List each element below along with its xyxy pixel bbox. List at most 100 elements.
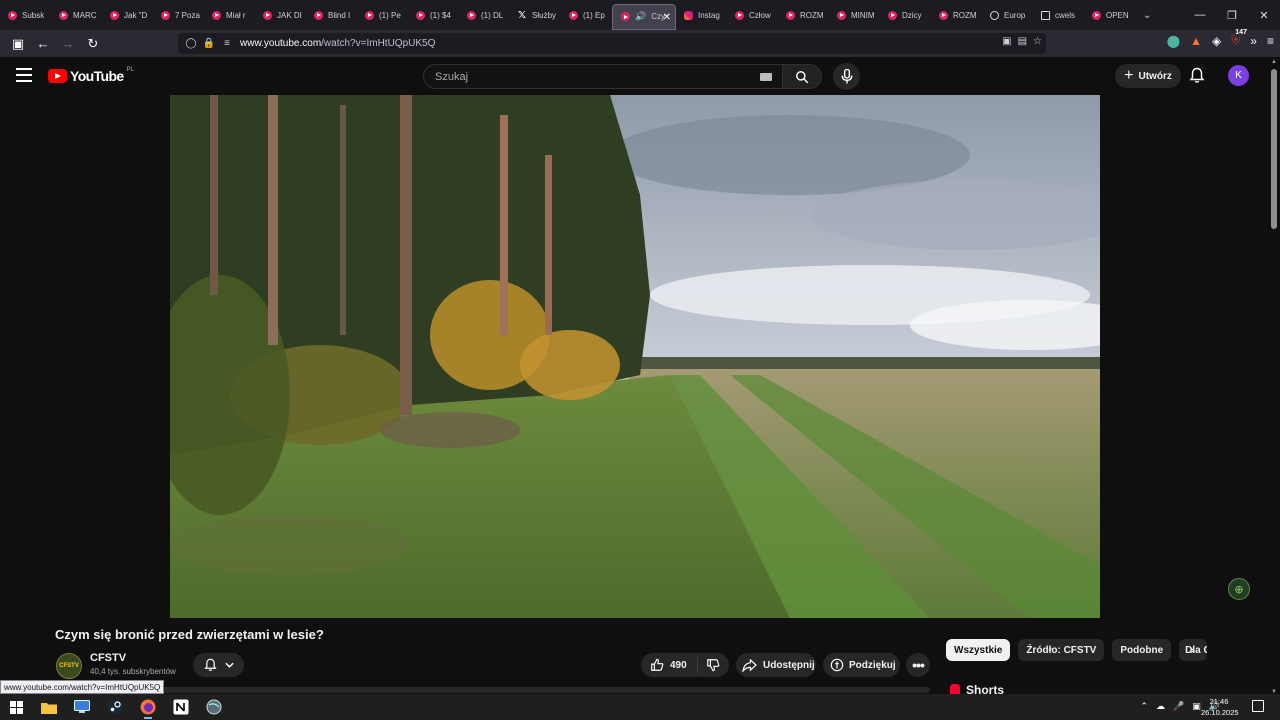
app-globe-icon[interactable] xyxy=(206,699,222,715)
forward-button[interactable]: → xyxy=(56,32,80,56)
browser-tab[interactable]: ROZM xyxy=(778,0,829,30)
tab-label: ROZM xyxy=(953,10,977,20)
vpn-extension-icon[interactable]: ⬤ xyxy=(1167,34,1180,48)
restore-icon[interactable]: ❐ xyxy=(1216,0,1248,30)
close-window-icon[interactable]: ✕ xyxy=(1248,0,1280,30)
close-tab-icon[interactable]: ✕ xyxy=(663,12,671,23)
channel-name[interactable]: CFSTV xyxy=(90,652,126,664)
menu-icon[interactable]: ≡ xyxy=(1267,34,1274,48)
windows-start-icon[interactable] xyxy=(8,699,24,715)
network-icon[interactable]: ▣ xyxy=(1192,701,1201,712)
browser-tab[interactable]: 𝕏 Służby xyxy=(510,0,561,30)
youtube-icon xyxy=(8,10,17,20)
picture-in-picture-icon[interactable]: ▣ xyxy=(1002,36,1011,47)
ublock-extension-icon[interactable]: ⛨ 147 xyxy=(1231,29,1247,48)
window-controls: — ❐ ✕ xyxy=(1184,0,1280,30)
tray-chevron-up-icon[interactable]: ⌃ xyxy=(1141,701,1149,712)
page-scrollbar[interactable]: ▲ ▼ xyxy=(1268,57,1280,697)
youtube-masthead: YouTube PL Szukaj + Utwórz K xyxy=(0,57,1280,95)
channel-avatar[interactable]: CFSTV xyxy=(56,653,82,679)
chip-from-channel[interactable]: Źródło: CFSTV xyxy=(1018,639,1105,661)
url-text[interactable]: www.youtube.com/watch?v=ImHtUQpUK5Q xyxy=(240,38,435,49)
minimize-icon[interactable]: — xyxy=(1184,0,1216,30)
scrollbar-thumb[interactable] xyxy=(1271,69,1277,229)
browser-tab[interactable]: (1) Ep xyxy=(561,0,612,30)
notification-center-icon[interactable] xyxy=(1252,700,1264,712)
like-button[interactable]: 490 xyxy=(641,657,698,673)
browser-tab[interactable]: MINIM xyxy=(829,0,880,30)
taskbar-clock[interactable]: 21:46 26.10.2025 xyxy=(1201,696,1239,718)
browser-tab[interactable]: Jak "D xyxy=(102,0,153,30)
x-icon: 𝕏 xyxy=(518,9,527,21)
list-all-tabs-icon[interactable]: ⌄ xyxy=(1143,10,1151,21)
create-label: Utwórz xyxy=(1138,70,1172,82)
reader-view-icon[interactable]: ▤ xyxy=(1018,36,1027,47)
bell-icon xyxy=(203,658,217,671)
clock-time: 21:46 xyxy=(1209,697,1229,706)
firefox-icon[interactable] xyxy=(140,699,156,715)
extensions-icon[interactable]: ◈ xyxy=(1212,34,1221,48)
address-bar[interactable]: ◯ 🔒 ≡ www.youtube.com/watch?v=ImHtUQpUK5… xyxy=(178,33,1046,54)
super-thanks-icon xyxy=(830,658,844,672)
browser-tab[interactable]: Europ xyxy=(982,0,1033,30)
steam-icon[interactable] xyxy=(107,699,123,715)
browser-tab[interactable]: MARC xyxy=(51,0,102,30)
subscription-notifications-button[interactable] xyxy=(193,653,244,677)
browser-tab[interactable]: ROZM xyxy=(931,0,982,30)
browser-tab-active[interactable]: 🔊 Czy ✕ xyxy=(612,3,676,30)
dislike-button[interactable] xyxy=(698,658,720,672)
thanks-button[interactable]: Podziękuj xyxy=(823,653,900,677)
channel-watermark-icon[interactable]: ⊕ xyxy=(1228,578,1250,600)
search-icon xyxy=(796,70,809,83)
guide-menu-icon[interactable] xyxy=(16,68,32,82)
link-status-url: www.youtube.com/watch?v=ImHtUQpUK5Q xyxy=(0,680,165,694)
sidebar-toggle-icon[interactable]: ▣ xyxy=(6,32,30,56)
voice-search-button[interactable] xyxy=(833,63,860,90)
account-avatar[interactable]: K xyxy=(1228,65,1249,86)
microphone-tray-icon[interactable]: 🎤 xyxy=(1173,701,1184,712)
notion-icon[interactable] xyxy=(173,699,189,715)
bookmark-star-icon[interactable]: ☆ xyxy=(1033,36,1042,47)
chevron-right-icon[interactable]: › xyxy=(1190,642,1194,657)
chip-all[interactable]: Wszystkie xyxy=(946,639,1011,661)
fox-extension-icon[interactable]: ▲ xyxy=(1190,34,1202,48)
tab-label: Europ xyxy=(1004,10,1026,20)
video-player[interactable] xyxy=(170,95,1100,618)
back-button[interactable]: ← xyxy=(31,32,55,56)
browser-tab[interactable]: JAK DI xyxy=(255,0,306,30)
description-box-edge[interactable] xyxy=(55,687,930,693)
browser-tab[interactable]: Instag xyxy=(676,0,727,30)
chip-related[interactable]: Podobne xyxy=(1112,639,1172,661)
monitor-app-icon[interactable] xyxy=(74,699,90,715)
speaker-icon[interactable]: 🔊 xyxy=(635,11,646,22)
browser-tab[interactable]: (1) $4 xyxy=(408,0,459,30)
more-actions-button[interactable]: ••• xyxy=(906,653,930,677)
search-button[interactable] xyxy=(782,64,822,89)
lock-icon[interactable]: 🔒 xyxy=(200,38,218,49)
permissions-icon[interactable]: ≡ xyxy=(218,38,236,49)
browser-tab[interactable]: OPEN xyxy=(1084,0,1135,30)
browser-tab[interactable]: cwels xyxy=(1033,0,1084,30)
browser-tab[interactable]: (1) Pe xyxy=(357,0,408,30)
onedrive-cloud-icon[interactable]: ☁ xyxy=(1156,701,1165,712)
notifications-bell-icon[interactable] xyxy=(1189,67,1205,89)
browser-tab[interactable]: Człow xyxy=(727,0,778,30)
shield-icon[interactable]: ◯ xyxy=(182,38,200,49)
keyboard-icon[interactable] xyxy=(760,73,772,81)
search-input[interactable]: Szukaj xyxy=(423,64,783,89)
browser-tab[interactable]: 7 Poza xyxy=(153,0,204,30)
overflow-chevron-icon[interactable]: » xyxy=(1250,34,1257,48)
youtube-icon xyxy=(569,10,578,20)
browser-tab[interactable]: Miał r xyxy=(204,0,255,30)
create-button[interactable]: + Utwórz xyxy=(1115,64,1181,88)
browser-tab[interactable]: Dzicy xyxy=(880,0,931,30)
reload-button[interactable]: ↻ xyxy=(81,32,105,56)
file-explorer-icon[interactable] xyxy=(41,699,57,715)
browser-tab[interactable]: (1) DL xyxy=(459,0,510,30)
share-button[interactable]: Udostępnij xyxy=(736,653,816,677)
browser-tab[interactable]: Blind I xyxy=(306,0,357,30)
youtube-logo[interactable]: YouTube PL xyxy=(48,67,134,84)
thumbs-up-icon xyxy=(651,658,664,671)
scroll-up-arrow-icon[interactable]: ▲ xyxy=(1271,59,1277,65)
browser-tab[interactable]: Subsk xyxy=(0,0,51,30)
